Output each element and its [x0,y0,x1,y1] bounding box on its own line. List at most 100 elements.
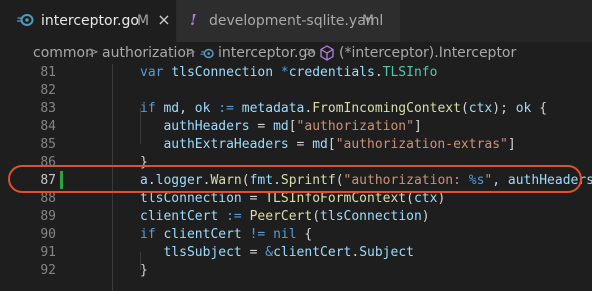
code-token: md [163,101,180,116]
code-token: ok [515,101,532,116]
code-token: := [218,101,234,116]
code-token: = [241,245,266,260]
code-token: ) [421,209,430,224]
code-token: * [280,65,289,80]
code-token: "authorization-extras" [335,137,508,152]
code-token: if [140,101,156,116]
code-token: , [179,101,195,116]
breadcrumb-separator: > [185,45,196,60]
code-token: ); [492,101,516,116]
breadcrumb-item-common[interactable]: common [33,44,94,62]
code-token: { [296,227,313,242]
code-token: ) [437,191,446,206]
code-line[interactable]: if md, ok := metadata.FromIncomingContex… [140,100,547,118]
breadcrumb-separator: > [88,45,99,60]
code-token: FromIncomingContext [312,101,461,116]
code-token: = [249,119,274,134]
code-token: tlsConnection [140,191,242,206]
highlight-annotation-ring [8,165,582,193]
tab-interceptor-go[interactable]: interceptor.go M × [0,0,177,42]
code-token: ok [194,101,211,116]
breadcrumb-item-file[interactable]: interceptor.go [218,44,316,62]
tab-development-sqlite-yaml[interactable]: ! development-sqlite.yaml M [177,0,401,42]
code-token: [ [327,137,336,152]
code-token: md [273,119,289,134]
code-token: TLSInfo [382,65,438,80]
code-token: ctx [413,191,438,206]
line-number: 83 [40,101,56,116]
breadcrumb: common > authorization > interceptor.go … [0,42,592,64]
breadcrumb-separator: > [305,45,316,60]
code-token: := [226,209,242,224]
breadcrumb-item-symbol[interactable]: (*interceptor).Interceptor [339,44,516,62]
code-token: tlsConnection [171,65,274,80]
code-token: metadata [241,101,305,116]
line-number: 91 [40,245,56,260]
method-cube-icon [320,45,334,61]
tab-label: interceptor.go [41,13,139,29]
code-token: { [531,101,548,116]
code-token: & [265,245,274,260]
code-token: ] [413,119,422,134]
vscode-editor-window: interceptor.go M × ! development-sqlite.… [0,0,592,291]
code-token: PeerCert [249,209,313,224]
line-number: 84 [40,119,56,134]
code-token: ctx [468,101,493,116]
code-editor[interactable]: 81 82 83 84 85 86 87 88 89 90 91 92 var tlsConnecti… [0,64,592,291]
code-token: TLSInfoFormContext [265,191,407,206]
code-token: } [140,263,148,278]
code-line[interactable]: var tlsConnection *credentials.TLSInfo [140,64,437,82]
tab-bar: interceptor.go M × ! development-sqlite.… [0,0,592,42]
code-token: credentials [288,65,375,80]
code-token: . [351,245,360,260]
breadcrumb-item-authorization[interactable]: authorization [102,44,195,62]
modified-badge: M [362,13,375,29]
close-icon[interactable]: × [155,11,173,29]
code-token: nil [273,227,297,242]
code-token: authHeaders [163,119,250,134]
code-token: ( [406,191,414,206]
code-line[interactable]: if clientCert != nil { [140,226,312,244]
modified-badge: M [137,13,150,29]
code-token: [ [288,119,297,134]
line-number: 82 [40,83,56,98]
code-token: Subject [359,245,414,260]
code-token: tlsSubject [163,245,242,260]
code-line[interactable]: clientCert := PeerCert(tlsConnection) [140,208,430,226]
code-line[interactable]: } [140,262,148,280]
tab-label: development-sqlite.yaml [209,13,384,29]
go-file-icon [200,48,214,59]
code-token: = [241,191,266,206]
code-line[interactable]: authExtraHeaders = md["authorization-ext… [140,136,516,154]
code-token: var [140,65,164,80]
go-file-icon [17,14,34,26]
code-token: clientCert [273,245,352,260]
code-token: authExtraHeaders [163,137,289,152]
yaml-file-icon: ! [190,11,197,29]
code-token: "authorization" [296,119,414,134]
code-token: = [288,137,313,152]
code-line[interactable]: authHeaders = md["authorization"] [140,118,422,136]
code-token: ] [507,137,516,152]
line-number: 85 [40,137,56,152]
code-token: clientCert [140,209,219,224]
line-number: 92 [40,263,56,278]
code-token: clientCert [163,227,242,242]
code-line[interactable]: tlsSubject = &clientCert.Subject [140,244,414,262]
line-number: 90 [40,227,56,242]
code-token: . [374,65,383,80]
code-token: != [249,227,266,242]
line-number: 81 [40,65,56,80]
code-token: md [312,137,328,152]
code-token: ( [312,209,321,224]
code-token: if [140,227,156,242]
